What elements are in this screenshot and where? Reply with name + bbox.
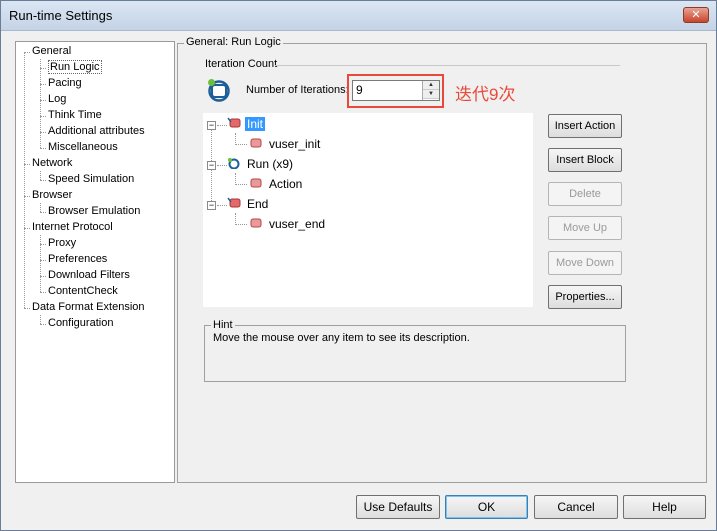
tree-connector [235, 184, 247, 185]
iteration-loop-icon [208, 79, 230, 102]
iterations-spinner[interactable]: ▲ ▼ [422, 81, 439, 100]
cancel-button[interactable]: Cancel [534, 495, 618, 519]
collapse-run-icon[interactable]: − [207, 161, 216, 170]
tree-connector [40, 292, 46, 293]
tree-connector [40, 235, 41, 292]
close-button[interactable]: ✕ [683, 7, 709, 23]
nav-item[interactable]: Download Filters [48, 268, 130, 283]
title-bar[interactable]: Run-time Settings ✕ [1, 1, 716, 31]
nav-item[interactable]: Configuration [48, 316, 113, 331]
spin-down-icon[interactable]: ▼ [423, 90, 439, 99]
nav-item-label: Run Logic [48, 60, 102, 74]
hint-text: Move the mouse over any item to see its … [213, 332, 470, 344]
nav-item[interactable]: Additional attributes [48, 124, 145, 139]
tree-connector [235, 144, 247, 145]
nav-item[interactable]: Browser [32, 188, 72, 203]
action-icon [250, 138, 262, 148]
nav-item[interactable]: General [32, 44, 71, 59]
nav-item[interactable]: ContentCheck [48, 284, 118, 299]
nav-item[interactable]: Proxy [48, 236, 76, 251]
nav-item-label: General [32, 45, 72, 57]
hint-title: Hint [211, 319, 235, 331]
nav-item-label: Browser [32, 189, 73, 201]
nav-item[interactable]: Internet Protocol [32, 220, 113, 235]
nav-item-label: Speed Simulation [48, 173, 135, 185]
tree-connector [217, 165, 227, 166]
nav-item-label: Internet Protocol [32, 221, 113, 233]
tree-connector [40, 324, 46, 325]
tree-connector [40, 148, 46, 149]
tree-node-vuser-init[interactable]: vuser_init [269, 137, 320, 152]
tree-connector [40, 315, 41, 324]
nav-item-label: Data Format Extension [32, 301, 145, 313]
tree-node-end[interactable]: End [247, 197, 268, 212]
tree-node-action[interactable]: Action [269, 177, 302, 192]
collapse-end-icon[interactable]: − [207, 201, 216, 210]
nav-item[interactable]: Network [32, 156, 72, 171]
group-divider [275, 65, 620, 66]
tree-connector [40, 59, 41, 148]
nav-item-label: Log [48, 93, 67, 105]
nav-item[interactable]: Browser Emulation [48, 204, 140, 219]
nav-item-label: Miscellaneous [48, 141, 118, 153]
nav-item-label: ContentCheck [48, 285, 118, 297]
nav-item-label: Configuration [48, 317, 114, 329]
settings-nav-tree[interactable]: General Run Logic Pacing Log Think Time Addit… [15, 41, 175, 483]
spin-up-icon[interactable]: ▲ [423, 81, 439, 90]
tree-connector [40, 212, 46, 213]
move-down-button[interactable]: Move Down [548, 251, 622, 275]
window-title: Run-time Settings [9, 8, 113, 23]
tree-connector [24, 52, 25, 308]
nav-item[interactable]: Speed Simulation [48, 172, 134, 187]
move-up-button[interactable]: Move Up [548, 216, 622, 240]
tree-node-vuser-end[interactable]: vuser_end [269, 217, 325, 232]
delete-button[interactable]: Delete [548, 182, 622, 206]
nav-item-label: Browser Emulation [48, 205, 141, 217]
nav-item[interactable]: Preferences [48, 252, 107, 267]
nav-item-label: Preferences [48, 253, 108, 265]
tree-connector [235, 224, 247, 225]
nav-item-label: Additional attributes [48, 125, 145, 137]
help-button[interactable]: Help [623, 495, 706, 519]
iteration-count-group-title: Iteration Count [203, 58, 280, 70]
init-block-icon [227, 117, 241, 128]
tree-node-init[interactable]: Init [245, 117, 266, 132]
nav-item-label: Proxy [48, 237, 77, 249]
nav-item-label: Think Time [48, 109, 102, 121]
end-block-icon [227, 197, 241, 208]
ok-button[interactable]: OK [445, 495, 528, 519]
nav-item[interactable]: Log [48, 92, 66, 107]
nav-item[interactable]: Run Logic [48, 60, 102, 75]
action-icon [250, 178, 262, 188]
tree-connector [217, 205, 227, 206]
run-logic-tree[interactable]: − Init vuser_init − Run (x9) Action − En… [203, 113, 533, 307]
nav-item-label: Pacing [48, 77, 82, 89]
insert-action-button[interactable]: Insert Action [548, 114, 622, 138]
tree-connector [24, 308, 30, 309]
nav-item[interactable]: Data Format Extension [32, 300, 145, 315]
action-icon [250, 218, 262, 228]
run-time-settings-window: Run-time Settings ✕ General Run Logic Paci… [0, 0, 717, 531]
tree-connector [40, 203, 41, 212]
nav-item[interactable]: Miscellaneous [48, 140, 118, 155]
nav-item-label: Download Filters [48, 269, 130, 281]
annotation-text: 迭代9次 [455, 85, 516, 104]
nav-item-label: Network [32, 157, 73, 169]
tree-node-run[interactable]: Run (x9) [247, 157, 293, 172]
tree-connector [217, 125, 227, 126]
use-defaults-button[interactable]: Use Defaults [356, 495, 440, 519]
insert-block-button[interactable]: Insert Block [548, 148, 622, 172]
properties-button[interactable]: Properties... [548, 285, 622, 309]
collapse-init-icon[interactable]: − [207, 121, 216, 130]
run-loop-icon [228, 158, 240, 169]
nav-item[interactable]: Pacing [48, 76, 82, 91]
tree-connector [40, 180, 46, 181]
tree-connector [40, 171, 41, 180]
section-title: General: Run Logic [184, 36, 283, 48]
number-of-iterations-label: Number of Iterations: [246, 84, 349, 96]
nav-item[interactable]: Think Time [48, 108, 102, 123]
